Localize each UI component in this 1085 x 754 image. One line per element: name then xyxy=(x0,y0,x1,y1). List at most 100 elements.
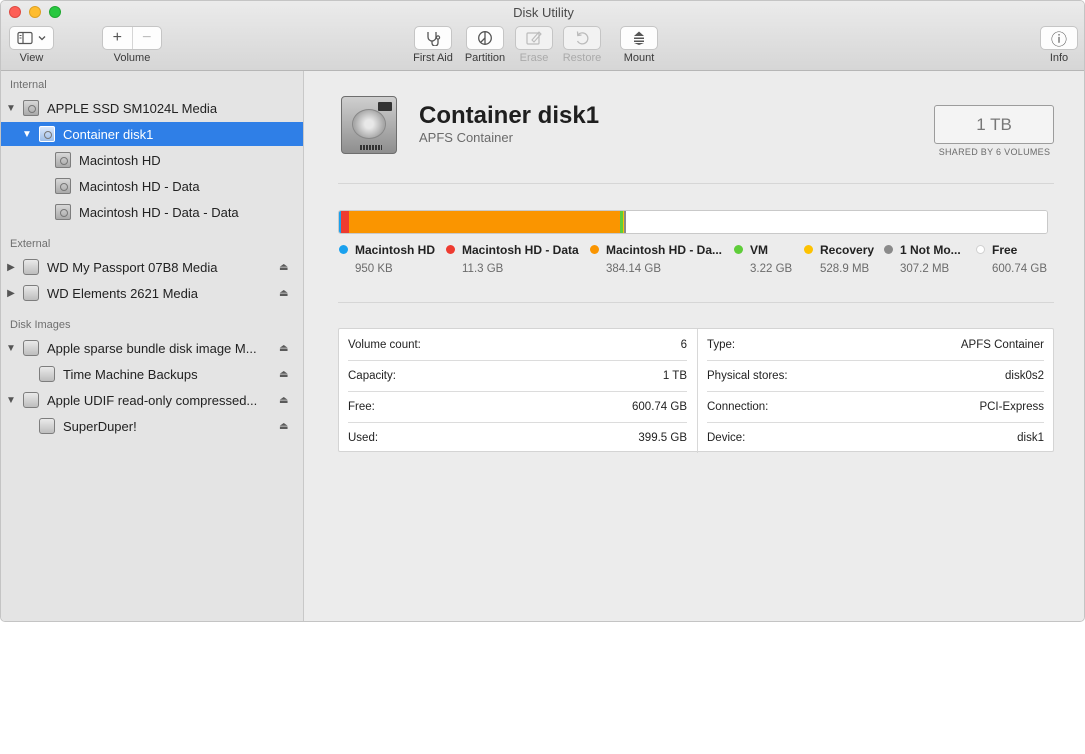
container-icon xyxy=(39,126,55,142)
eject-icon[interactable]: ⏏ xyxy=(279,343,288,354)
section-internal: Internal xyxy=(10,79,47,91)
disclosure-triangle[interactable]: ▶ xyxy=(6,288,16,299)
legend-value: 950 KB xyxy=(355,263,393,275)
stethoscope-icon xyxy=(427,32,441,46)
pie-chart-icon xyxy=(478,31,492,45)
mount-label: Mount xyxy=(623,52,655,64)
info-button[interactable]: ⓘ xyxy=(1040,26,1078,50)
info-row-used: Used: 399.5 GB xyxy=(348,423,687,454)
volume-icon xyxy=(55,204,71,220)
info-table: Volume count: 6 Capacity: 1 TB Free: 600… xyxy=(338,328,1054,453)
eject-icon[interactable]: ⏏ xyxy=(279,421,288,432)
info-key: Capacity: xyxy=(348,370,396,382)
legend-name: VM xyxy=(750,243,768,257)
info-value: PCI-Express xyxy=(979,401,1044,413)
capacity-caption: SHARED BY 6 VOLUMES xyxy=(938,147,1051,157)
info-row-capacity: Capacity: 1 TB xyxy=(348,361,687,392)
volume-label: Volume xyxy=(113,52,151,64)
legend-value: 600.74 GB xyxy=(992,263,1047,275)
internal-disk-icon xyxy=(23,100,39,116)
info-value: 399.5 GB xyxy=(638,432,687,444)
usage-bar xyxy=(338,210,1048,234)
remove-volume-button[interactable]: − xyxy=(131,27,162,49)
sidebar-item-macintosh-hd-data-data[interactable]: Macintosh HD - Data - Data xyxy=(1,200,303,224)
sidebar-item-wd-my-passport[interactable]: ▶ WD My Passport 07B8 Media ⏏ xyxy=(1,255,303,279)
sidebar: Internal ▼ APPLE SSD SM1024L Media ▼ Con… xyxy=(1,71,304,621)
legend-value: 528.9 MB xyxy=(820,263,870,275)
eject-icon[interactable]: ⏏ xyxy=(279,395,288,406)
legend-swatch xyxy=(734,245,743,254)
sidebar-item-container-disk1[interactable]: ▼ Container disk1 xyxy=(1,122,303,146)
disclosure-triangle[interactable]: ▼ xyxy=(6,103,16,114)
disclosure-triangle[interactable]: ▼ xyxy=(6,343,16,354)
info-value: 600.74 GB xyxy=(632,401,687,413)
info-key: Type: xyxy=(707,339,736,351)
sidebar-item-time-machine-backups[interactable]: Time Machine Backups ⏏ xyxy=(1,362,303,386)
erase-button[interactable] xyxy=(515,26,553,50)
sidebar-item-label: Container disk1 xyxy=(63,126,154,142)
disk-image-icon xyxy=(23,340,39,356)
legend-value: 384.14 GB xyxy=(606,263,661,275)
external-disk-icon xyxy=(23,259,39,275)
info-value: disk0s2 xyxy=(1005,370,1044,382)
add-volume-button[interactable]: + xyxy=(103,27,132,49)
info-value: 1 TB xyxy=(662,370,687,382)
legend-name: Free xyxy=(992,243,1018,257)
info-key: Physical stores: xyxy=(707,370,788,382)
info-row-type: Type: APFS Container xyxy=(707,330,1044,361)
sidebar-item-wd-elements[interactable]: ▶ WD Elements 2621 Media ⏏ xyxy=(1,281,303,305)
sidebar-item-label: Time Machine Backups xyxy=(63,366,198,382)
sidebar-item-sparse-bundle[interactable]: ▼ Apple sparse bundle disk image M... ⏏ xyxy=(1,336,303,360)
legend-swatch xyxy=(884,245,893,254)
volume-icon xyxy=(55,178,71,194)
mount-button[interactable] xyxy=(620,26,658,50)
mount-icon xyxy=(634,31,644,45)
sidebar-item-udif-image[interactable]: ▼ Apple UDIF read-only compressed... ⏏ xyxy=(1,388,303,412)
view-label: View xyxy=(19,52,44,64)
toolbar: Disk Utility View + − Volume First Aid P… xyxy=(1,1,1084,71)
partition-button[interactable] xyxy=(466,26,504,50)
legend-name: Macintosh HD - Da... xyxy=(606,243,723,257)
disclosure-triangle[interactable]: ▶ xyxy=(6,262,16,273)
sidebar-item-label: WD Elements 2621 Media xyxy=(47,285,199,301)
hard-drive-icon xyxy=(341,96,397,154)
info-value: APFS Container xyxy=(960,339,1044,351)
sidebar-item-macintosh-hd[interactable]: Macintosh HD xyxy=(1,148,303,172)
sidebar-item-label: Apple sparse bundle disk image M... xyxy=(47,340,257,356)
legend-name: Macintosh HD - Data xyxy=(462,243,579,257)
volume-segmented-control: + − xyxy=(102,26,162,50)
disclosure-triangle[interactable]: ▼ xyxy=(6,395,16,406)
legend-swatch xyxy=(446,245,455,254)
sidebar-item-label: WD My Passport 07B8 Media xyxy=(47,259,218,275)
page-title: Container disk1 xyxy=(419,102,600,129)
first-aid-button[interactable] xyxy=(414,26,452,50)
section-disk-images: Disk Images xyxy=(10,319,71,331)
sidebar-item-label: Macintosh HD - Data xyxy=(79,178,200,194)
disclosure-triangle[interactable]: ▼ xyxy=(22,129,32,140)
info-row-physical-stores: Physical stores: disk0s2 xyxy=(707,361,1044,392)
restore-button[interactable] xyxy=(563,26,601,50)
sidebar-icon xyxy=(16,31,45,45)
legend-name: 1 Not Mo... xyxy=(900,243,961,257)
restore-icon xyxy=(576,31,589,45)
eject-icon[interactable]: ⏏ xyxy=(279,288,288,299)
info-column-left: Volume count: 6 Capacity: 1 TB Free: 600… xyxy=(339,329,696,453)
erase-icon xyxy=(526,31,542,45)
restore-label: Restore xyxy=(562,52,602,64)
info-value: 6 xyxy=(680,339,687,351)
info-row-free: Free: 600.74 GB xyxy=(348,392,687,423)
eject-icon[interactable]: ⏏ xyxy=(279,262,288,273)
eject-icon[interactable]: ⏏ xyxy=(279,369,288,380)
view-button[interactable] xyxy=(9,26,54,50)
sidebar-item-label: SuperDuper! xyxy=(63,418,137,434)
sidebar-item-superduper[interactable]: SuperDuper! ⏏ xyxy=(1,414,303,438)
info-key: Volume count: xyxy=(348,339,421,351)
legend-swatch xyxy=(804,245,813,254)
volume-icon xyxy=(39,418,55,434)
sidebar-item-macintosh-hd-data[interactable]: Macintosh HD - Data xyxy=(1,174,303,198)
usage-segment xyxy=(348,211,621,233)
info-icon: ⓘ xyxy=(1050,32,1067,49)
disk-image-icon xyxy=(23,392,39,408)
sidebar-item-label: Macintosh HD - Data - Data xyxy=(79,204,239,220)
sidebar-item-apple-ssd[interactable]: ▼ APPLE SSD SM1024L Media xyxy=(1,96,303,120)
